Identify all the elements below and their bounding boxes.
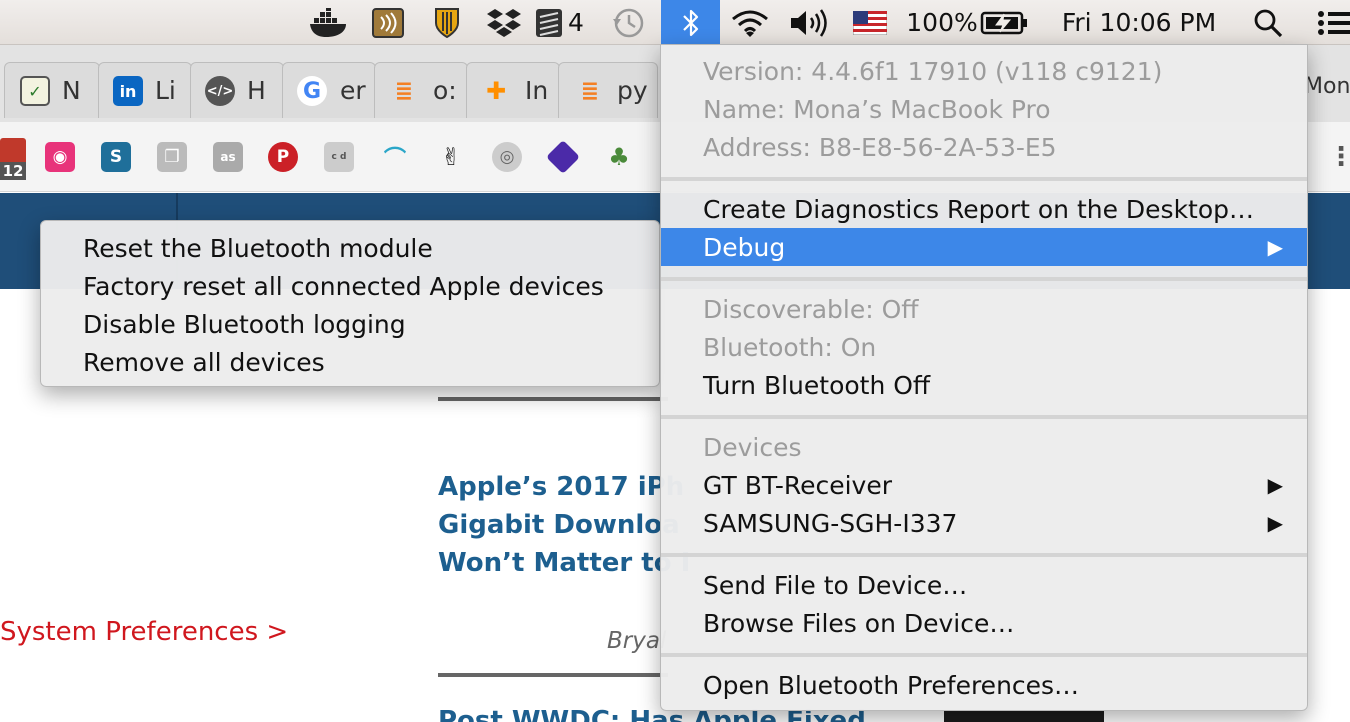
debug-submenu: Reset the Bluetooth module Factory reset… (40, 220, 660, 387)
menu-separator (661, 553, 1307, 557)
bluetooth-name-info: Name: Mona’s MacBook Pro (703, 94, 1051, 124)
stackoverflow-icon: ≣ (394, 78, 414, 104)
discoverable-status: Discoverable: Off (703, 294, 919, 324)
bluetooth-address-info: Address: B8-E8-56-2A-53-E5 (703, 132, 1057, 162)
article-headline-line[interactable]: Won’t Matter to I (438, 548, 690, 578)
tab-label: In (525, 76, 549, 105)
disable-bluetooth-logging-item[interactable]: Disable Bluetooth logging (41, 305, 659, 343)
menu-separator (661, 653, 1307, 657)
device-name: GT BT-Receiver (703, 470, 893, 500)
article-divider (438, 397, 668, 401)
tab-label: H (247, 76, 266, 105)
code-icon: </> (205, 76, 235, 106)
bluetooth-status: Bluetooth: On (703, 332, 877, 362)
stack-count: 4 (568, 8, 584, 37)
battery-charging-icon[interactable] (978, 0, 1030, 45)
tab-label: Li (155, 76, 176, 105)
calendar-bookmark[interactable]: 12 (0, 138, 26, 180)
article-byline: Bryal (607, 628, 667, 654)
tensorflow-icon: ✚ (485, 77, 507, 105)
tab-label: py (617, 76, 648, 105)
time-machine-icon[interactable] (608, 0, 648, 45)
stack-app-item[interactable]: 4 (534, 0, 594, 45)
spotlight-icon[interactable] (1248, 0, 1288, 45)
bookmark-badge: 12 (0, 162, 26, 180)
menu-separator (661, 177, 1307, 181)
camera-bookmark-icon[interactable]: ◉ (45, 142, 75, 172)
menu-separator (661, 415, 1307, 419)
device-item-gt-bt-receiver[interactable]: GT BT-Receiver ▶ (661, 466, 1307, 504)
browser-tab[interactable] (4, 62, 100, 118)
battery-percent[interactable]: 100% (906, 0, 977, 45)
tab-label: o: (433, 76, 457, 105)
notification-center-icon[interactable] (1308, 0, 1350, 45)
docker-icon[interactable] (306, 0, 352, 45)
shield-icon[interactable] (430, 0, 464, 45)
codedoodles-bookmark-icon[interactable]: c d (324, 142, 354, 172)
create-diagnostics-report-item[interactable]: Create Diagnostics Report on the Desktop… (661, 190, 1307, 228)
menu-bar: 4 100% Fri 10:06 PM (0, 0, 1350, 45)
peace-hand-bookmark-icon[interactable]: ✌ (436, 142, 466, 172)
audio-hijack-icon[interactable] (370, 0, 406, 45)
article-headline-line[interactable]: Gigabit Downloa (438, 510, 680, 540)
article-thumbnail (944, 710, 1104, 722)
reset-bluetooth-module-item[interactable]: Reset the Bluetooth module (41, 229, 659, 267)
tab-label: er (340, 76, 366, 105)
circle-bookmark-icon[interactable]: ◎ (492, 142, 522, 172)
tree-bookmark-icon[interactable]: ♣ (604, 142, 634, 172)
scribd-bookmark-icon[interactable]: S (101, 142, 131, 172)
device-item-samsung[interactable]: SAMSUNG-SGH-I337 ▶ (661, 504, 1307, 542)
volume-icon[interactable] (786, 0, 834, 45)
article-headline-line[interactable]: Apple’s 2017 iPh (438, 472, 684, 502)
open-bluetooth-preferences-item[interactable]: Open Bluetooth Preferences… (661, 666, 1307, 704)
stackoverflow-icon: ≣ (580, 78, 600, 104)
factory-reset-apple-devices-item[interactable]: Factory reset all connected Apple device… (41, 267, 659, 305)
debug-menu-label: Debug (703, 232, 786, 262)
more-icon[interactable]: ⋮ (1328, 142, 1350, 172)
device-name: SAMSUNG-SGH-I337 (703, 508, 958, 538)
bluetooth-version-info: Version: 4.4.6f1 17910 (v118 c9121) (703, 56, 1163, 86)
dropbox-icon[interactable] (484, 0, 524, 45)
tab-label: N (62, 76, 81, 105)
submenu-arrow-icon: ▶ (1267, 473, 1283, 497)
linkedin-icon: in (113, 76, 143, 106)
system-preferences-link[interactable]: System Preferences > (0, 617, 288, 647)
devices-header: Devices (703, 432, 802, 462)
pinterest-bookmark-icon[interactable]: P (268, 142, 298, 172)
google-icon: G (297, 76, 327, 106)
bluetooth-menu: Version: 4.4.6f1 17910 (v118 c9121) Name… (660, 44, 1308, 711)
profile-name[interactable]: Mona (1304, 74, 1350, 99)
debug-menu-item[interactable]: Debug ▶ (661, 228, 1307, 266)
arc-bookmark-icon[interactable]: ⌒ (380, 142, 410, 172)
lastfm-bookmark-icon[interactable]: as (213, 142, 243, 172)
menu-separator (661, 277, 1307, 281)
bluetooth-icon[interactable] (661, 0, 720, 45)
submenu-arrow-icon: ▶ (1267, 235, 1283, 259)
remove-all-devices-item[interactable]: Remove all devices (41, 343, 659, 381)
copy-bookmark-icon[interactable]: ❐ (157, 142, 187, 172)
turn-bluetooth-off-item[interactable]: Turn Bluetooth Off (661, 366, 1307, 404)
send-file-to-device-item[interactable]: Send File to Device… (661, 566, 1307, 604)
menubar-clock[interactable]: Fri 10:06 PM (1050, 0, 1228, 45)
us-flag-icon[interactable] (852, 0, 888, 45)
article-divider (438, 673, 668, 677)
submenu-arrow-icon: ▶ (1267, 511, 1283, 535)
stack-app-icon (534, 7, 564, 39)
browse-files-on-device-item[interactable]: Browse Files on Device… (661, 604, 1307, 642)
notes-icon: ✓ (20, 76, 50, 106)
wifi-icon[interactable] (728, 0, 772, 45)
